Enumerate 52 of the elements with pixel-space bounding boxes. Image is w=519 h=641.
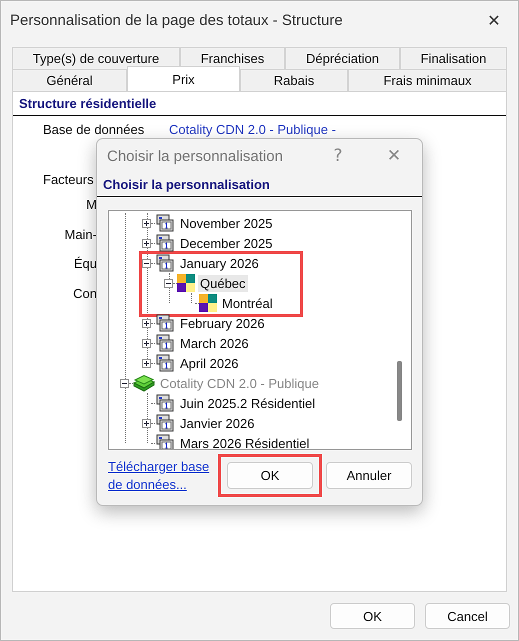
- tree-item[interactable]: February 2026: [178, 314, 267, 332]
- tree-item[interactable]: November 2025: [178, 214, 274, 232]
- field-label: Facteurs: [43, 172, 94, 189]
- calendar-stack-icon: [155, 354, 175, 372]
- book-icon: [133, 374, 155, 392]
- field-label: Base de données: [43, 122, 146, 139]
- tree-item[interactable]: Québec: [198, 274, 248, 292]
- section-heading: Structure résidentielle: [13, 96, 506, 116]
- tree-item[interactable]: December 2025: [178, 234, 274, 252]
- tab[interactable]: Franchises: [180, 47, 285, 69]
- expand-icon[interactable]: [142, 238, 151, 248]
- calendar-stack-icon: [155, 254, 175, 272]
- tree-item[interactable]: April 2026: [178, 354, 241, 372]
- tree-item[interactable]: March 2026: [178, 334, 251, 352]
- tree-item[interactable]: January 2026: [178, 254, 261, 272]
- window-title: Personnalisation de la page des totaux - Structure: [10, 12, 344, 28]
- expand-icon[interactable]: [142, 218, 151, 228]
- scrollbar-thumb[interactable]: [397, 361, 402, 421]
- tab[interactable]: Prix: [127, 66, 240, 91]
- calendar-stack-icon: [155, 334, 175, 352]
- tab[interactable]: Frais minimaux: [348, 69, 507, 91]
- database-value: Cotality CDN 2.0 - Publique -: [169, 122, 336, 139]
- color-grid-icon: [199, 294, 217, 312]
- close-button[interactable]: ✕: [474, 5, 514, 35]
- dialog-title: Choisir la personnalisation: [107, 148, 284, 164]
- section-heading: Choisir la personnalisation: [97, 173, 422, 197]
- calendar-stack-icon: [155, 234, 175, 252]
- collapse-icon[interactable]: [164, 278, 173, 288]
- calendar-stack-icon: [155, 414, 175, 432]
- dialog-button[interactable]: Annuler: [326, 462, 412, 489]
- calendar-stack-icon: [155, 214, 175, 232]
- tab[interactable]: Rabais: [240, 69, 348, 91]
- collapse-icon[interactable]: [142, 258, 151, 268]
- expand-icon[interactable]: [142, 318, 151, 328]
- field-label: Équ: [74, 256, 97, 272]
- field-label: Main-: [64, 226, 97, 242]
- dialog-button[interactable]: OK: [227, 462, 313, 489]
- tab[interactable]: Type(s) de couverture: [12, 47, 180, 69]
- tab[interactable]: Finalisation: [400, 47, 507, 69]
- dialog-button[interactable]: Cancel: [425, 603, 510, 629]
- expand-icon[interactable]: [142, 358, 151, 368]
- tree-item[interactable]: Montréal: [220, 294, 275, 312]
- calendar-stack-icon: [155, 394, 175, 412]
- color-grid-icon: [177, 274, 195, 292]
- calendar-stack-icon: [155, 314, 175, 332]
- dialog-button[interactable]: OK: [330, 603, 415, 629]
- field-label: M: [86, 197, 97, 212]
- field-label: Con: [73, 286, 97, 301]
- tab[interactable]: Dépréciation: [285, 47, 400, 69]
- expand-icon[interactable]: [142, 338, 151, 348]
- download-link[interactable]: Télécharger base de données...: [108, 458, 220, 494]
- tab[interactable]: Général: [12, 69, 127, 91]
